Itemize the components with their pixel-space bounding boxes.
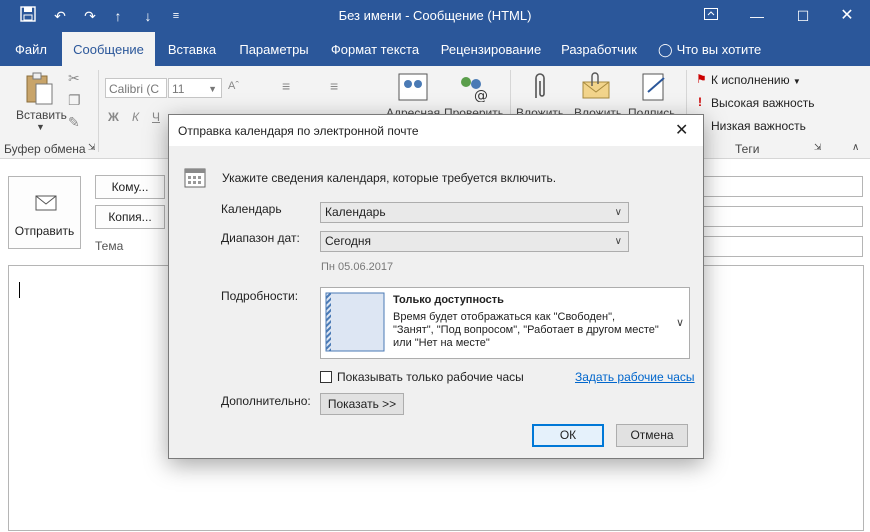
availability-preview-icon (325, 292, 385, 352)
numbering-icon[interactable]: ≡ (330, 78, 338, 94)
cut-icon[interactable]: ✂ (68, 70, 80, 87)
date-range-label: Диапазон дат: (221, 231, 300, 245)
copy-icon[interactable]: ❐ (68, 92, 81, 109)
underline-button[interactable]: Ч (152, 110, 160, 124)
ok-button[interactable]: ОК (532, 424, 604, 447)
text-cursor (19, 282, 20, 298)
chevron-down-icon: ∨ (614, 207, 622, 218)
italic-button[interactable]: К (132, 110, 139, 124)
subject-label: Тема (95, 239, 124, 253)
dialog-launcher-icon[interactable]: ⇲ (88, 142, 96, 153)
dialog-instruction: Укажите сведения календаря, которые треб… (222, 171, 557, 185)
paste-button[interactable]: Вставить (16, 108, 67, 122)
bullets-icon[interactable]: ≡ (282, 78, 290, 94)
working-hours-checkbox[interactable] (320, 371, 332, 383)
calendar-icon (184, 167, 206, 192)
chevron-down-icon: ∨ (614, 236, 622, 247)
bold-button[interactable]: Ж (108, 110, 119, 124)
cancel-button[interactable]: Отмена (616, 424, 688, 447)
svg-text:@: @ (474, 88, 488, 102)
subject-field[interactable] (703, 236, 863, 257)
minimize-icon[interactable]: — (734, 0, 780, 32)
dialog-title-bar: Отправка календаря по электронной почте … (169, 115, 703, 146)
ribbon-tabs: Файл Сообщение Вставка Параметры Формат … (0, 32, 870, 93)
font-size-box[interactable]: 11 ▼ (168, 78, 222, 98)
details-description-line-1: Время будет отображаться как "Свободен", (393, 311, 616, 323)
send-label: Отправить (14, 224, 75, 238)
close-window-icon[interactable]: ✕ (824, 0, 870, 32)
details-description-line-2: "Занят", "Под вопросом", "Работает в дру… (393, 324, 659, 336)
send-envelope-icon (33, 193, 59, 216)
tags-group-label: Теги (735, 142, 760, 156)
calendar-label: Календарь (221, 202, 282, 216)
attach-item-icon[interactable] (580, 72, 612, 102)
separator (98, 70, 99, 152)
cc-button[interactable]: Копия... (95, 205, 165, 229)
clipboard-group-label: Буфер обмена (4, 142, 86, 156)
high-importance-icon: ! (698, 95, 702, 109)
low-importance-button[interactable]: Низкая важность (711, 119, 806, 133)
chevron-down-icon: ▼ (792, 77, 801, 86)
details-title: Только доступность (393, 294, 504, 306)
send-button[interactable]: Отправить (8, 176, 81, 249)
flag-icon: ⚑ (696, 72, 707, 86)
calendar-select-value: Календарь (325, 205, 386, 219)
tab-format-text[interactable]: Формат текста (326, 32, 424, 66)
tab-insert[interactable]: Вставка (160, 32, 224, 66)
tab-options[interactable]: Параметры (234, 32, 314, 66)
signature-icon[interactable] (640, 72, 670, 102)
tab-message[interactable]: Сообщение (62, 32, 155, 66)
tab-file[interactable]: Файл (0, 32, 62, 66)
date-range-text: Пн 05.06.2017 (321, 261, 394, 273)
set-working-hours-link[interactable]: Задать рабочие часы (575, 370, 695, 384)
address-book-icon[interactable] (397, 72, 429, 102)
check-names-icon[interactable]: @ (456, 72, 488, 104)
send-calendar-dialog: Отправка календаря по электронной почте … (168, 114, 704, 459)
date-range-select[interactable]: Сегодня ∨ (320, 231, 629, 252)
show-advanced-button[interactable]: Показать >> (320, 393, 404, 415)
tell-me-search[interactable]: ◯Что вы хотите сделать? (658, 32, 813, 93)
follow-up-label: К исполнению (711, 73, 790, 87)
ribbon-display-options-icon[interactable] (688, 0, 734, 32)
follow-up-button[interactable]: К исполнению ▼ (711, 73, 801, 87)
details-description-line-3: или "Нет на месте" (393, 337, 490, 349)
collapse-ribbon-icon[interactable]: ∧ (852, 142, 859, 153)
attach-file-icon[interactable] (528, 72, 552, 102)
close-dialog-icon[interactable]: ✕ (675, 120, 688, 140)
details-select[interactable]: Только доступность Время будет отображат… (320, 287, 690, 359)
paste-dropdown-icon[interactable]: ▼ (36, 122, 45, 132)
maximize-icon[interactable]: ☐ (780, 0, 826, 32)
format-painter-icon[interactable]: ✎ (68, 114, 80, 131)
font-size-value: 11 (172, 82, 185, 96)
details-label: Подробности: (221, 289, 299, 303)
grow-font-icon[interactable]: Aˆ (228, 80, 239, 92)
advanced-label: Дополнительно: (221, 394, 311, 408)
tab-review[interactable]: Рецензирование (436, 32, 546, 66)
high-importance-button[interactable]: Высокая важность (711, 96, 814, 110)
dialog-title: Отправка календаря по электронной почте (178, 124, 419, 138)
font-name-box[interactable]: Calibri (С (105, 78, 167, 98)
date-range-select-value: Сегодня (325, 234, 371, 248)
paste-icon[interactable] (24, 72, 54, 106)
cc-field[interactable] (703, 206, 863, 227)
calendar-select[interactable]: Календарь ∨ (320, 202, 629, 223)
lightbulb-icon: ◯ (658, 42, 673, 57)
tab-developer[interactable]: Разработчик (556, 32, 642, 66)
to-button[interactable]: Кому... (95, 175, 165, 199)
working-hours-label: Показывать только рабочие часы (337, 370, 524, 384)
chevron-down-icon: ▼ (208, 84, 217, 94)
dialog-launcher-icon[interactable]: ⇲ (814, 142, 822, 153)
to-field[interactable] (703, 176, 863, 197)
title-bar: ↶ ↷ ↑ ↓ ≡ Без имени - Сообщение (HTML) —… (0, 0, 870, 32)
chevron-down-icon: ∨ (676, 317, 685, 329)
